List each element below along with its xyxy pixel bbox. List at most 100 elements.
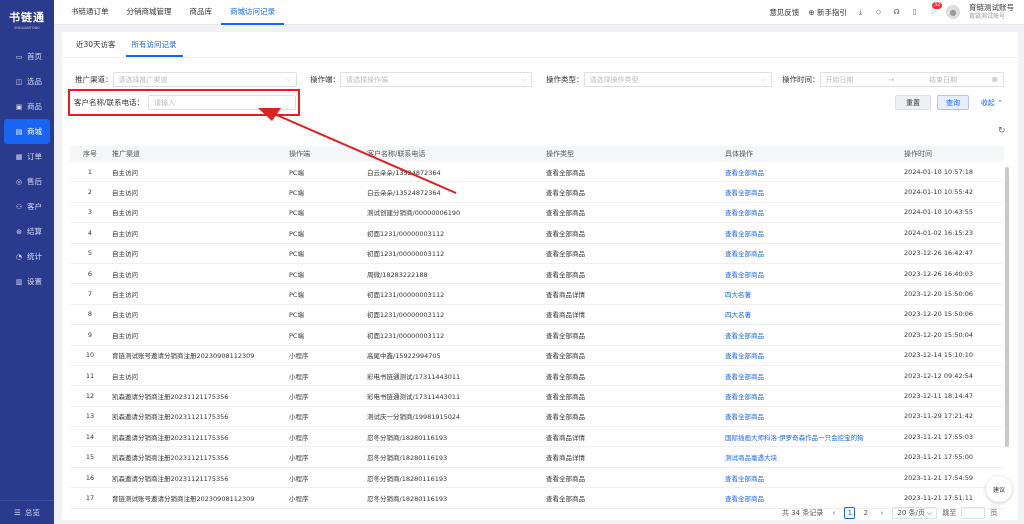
channel-select[interactable]: 请选择推广渠道 ⌵ (112, 72, 297, 87)
diamond-icon[interactable]: ◇ (874, 8, 883, 17)
prev-page-button[interactable]: ‹ (828, 507, 839, 519)
device-select[interactable]: 请选择操作端 ⌵ (340, 72, 532, 87)
calendar-icon: ▦ (991, 76, 998, 83)
table-cell: 7 (87, 290, 93, 299)
chevron-up-icon: ⌃ (997, 98, 1004, 107)
app-logo[interactable]: 书链通 SHULIANTONG (0, 0, 54, 38)
sidebar-item-1[interactable]: ◫ 选品 (0, 69, 54, 94)
feedback-link[interactable]: 意见反馈 (769, 7, 799, 18)
sub-tab[interactable]: 所有访问记录 (125, 32, 183, 57)
page-button[interactable]: 2 (860, 507, 871, 519)
operation-link[interactable]: 查看全部商品 (725, 167, 904, 177)
table-cell: 查看全部商品 (546, 189, 585, 198)
avatar[interactable]: ● (946, 5, 960, 19)
table-scrollbar[interactable] (1005, 167, 1009, 447)
reset-button[interactable]: 重置 (895, 95, 931, 110)
table-cell: 周微/18283222188 (367, 270, 428, 279)
table-row: 11 自主访问 小程序 彩电书链通测试/17311443011 查看全部商品 查看全部商品… (70, 366, 1004, 387)
operation-link[interactable]: 查看全部商品 (725, 228, 904, 238)
operation-link[interactable]: 四大名著 (725, 309, 904, 319)
sidebar: 书链通 SHULIANTONG ▭ 首页 ◫ 选品 ▣ 商品 ▤ 商城 ▦ 订单 ◎ 售后 ⚇ 客户 ⊛ 结算… (0, 0, 54, 524)
arrow-right-icon: → (888, 75, 895, 84)
table-cell: 2023-12-26 16:42:47 (904, 249, 974, 258)
column-header: 序号 (83, 150, 97, 158)
table-cell: 12 (85, 391, 95, 400)
table-cell: 育链测试账号邀请分销商注册20230908112309 (112, 352, 255, 361)
table-row: 12 凯森邀请分销商注册20231121175356 小程序 彩电书链通测试/1731… (70, 386, 1004, 407)
table-cell: 自主访问 (112, 250, 138, 259)
suggestion-float-button[interactable]: 建议 (986, 476, 1012, 502)
table-cell: 小程序 (289, 474, 309, 483)
operation-link[interactable]: 测试商品毫遇大块 (725, 452, 904, 462)
operation-link[interactable]: 查看全部商品 (725, 248, 904, 258)
top-tab[interactable]: 分销商城管理 (118, 0, 181, 25)
table-row: 4 自主访问 PC端 初面1231/00000003112 查看全部商品 查看全部商品 20… (70, 223, 1004, 244)
sidebar-item-0[interactable]: ▭ 首页 (0, 44, 54, 69)
jump-page-input[interactable] (961, 507, 986, 519)
operation-link[interactable]: 查看全部商品 (725, 187, 904, 197)
download-icon[interactable]: ⤓ (856, 8, 865, 17)
sidebar-item-5[interactable]: ◎ 售后 (0, 169, 54, 194)
operation-link[interactable]: 查看全部商品 (725, 207, 904, 217)
top-bar: 书链通订单 分销商城管理 商品库 商城访问记录 意见反馈 ⊕ 新手指引 ⤓ ◇ ☊ ▯… (54, 0, 1024, 25)
bell-icon[interactable]: ♢ 32 (928, 1, 943, 17)
headset-icon[interactable]: ☊ (892, 8, 901, 17)
device-filter: 操作端： 请选择操作端 ⌵ (310, 72, 532, 87)
sidebar-item-7[interactable]: ⊛ 结算 (0, 219, 54, 244)
column-header: 客户名称/联系电话 (367, 150, 426, 158)
box-icon: ▣ (15, 102, 23, 111)
refresh-icon[interactable]: ↻ (998, 126, 1006, 136)
operation-link[interactable]: 查看全部商品 (725, 330, 904, 340)
table-cell: 2024-01-10 10:43:55 (904, 208, 974, 217)
page-button[interactable]: 1 (844, 507, 856, 519)
sub-tab[interactable]: 近30天访客 (70, 32, 122, 57)
time-label: 操作时间： (782, 75, 820, 84)
date-range-picker[interactable]: 开始日期 → 结束日期 ▦ (819, 72, 1004, 87)
operation-link[interactable]: 查看全部商品 (725, 473, 904, 483)
operation-link[interactable]: 查看全部商品 (725, 371, 904, 381)
table-cell: 小程序 (289, 433, 309, 442)
sidebar-overview-button[interactable]: ☰ 总览 (0, 500, 54, 518)
table-cell: 忍冬分销商/18280116193 (367, 454, 448, 463)
document-icon[interactable]: ▯ (910, 8, 919, 17)
table-cell: 10 (85, 351, 95, 360)
sidebar-item-2[interactable]: ▣ 商品 (0, 94, 54, 119)
query-button[interactable]: 查询 (937, 95, 969, 110)
operation-link[interactable]: 国际插画大师科洛·伊罗奇森作品一只会挖宝的狗 (725, 432, 904, 442)
table-cell: 17 (85, 493, 95, 502)
type-filter: 操作类型： 请选择操作类型 ⌵ (546, 72, 772, 87)
top-tab[interactable]: 商城访问记录 (221, 0, 284, 25)
sidebar-item-4[interactable]: ▦ 订单 (0, 144, 54, 169)
table-cell: 16 (85, 473, 95, 482)
fold-button[interactable]: 收起 ⌃ (975, 95, 1009, 110)
page-size-value: 20 条/页 (897, 509, 925, 517)
table-cell: 2023-12-14 15:10:10 (904, 351, 974, 360)
operation-link[interactable]: 查看全部商品 (725, 493, 904, 503)
page-size-select[interactable]: 20 条/页 ⌵ (892, 507, 938, 519)
table-cell: 查看全部商品 (546, 474, 585, 483)
table-cell: 初面1231/00000003112 (367, 229, 445, 238)
sidebar-item-6[interactable]: ⚇ 客户 (0, 194, 54, 219)
sidebar-item-8[interactable]: ◔ 统计 (0, 244, 54, 269)
account-info[interactable]: 育链测试账号 育链测试账号 (969, 3, 1014, 21)
operation-link[interactable]: 查看全部商品 (725, 391, 904, 401)
operation-link[interactable]: 四大名著 (725, 289, 904, 299)
guide-link[interactable]: ⊕ 新手指引 (808, 7, 847, 18)
sidebar-item-3[interactable]: ▤ 商城 (4, 119, 50, 144)
table-cell: 6 (87, 269, 93, 278)
type-label: 操作类型： (546, 75, 584, 84)
top-tab[interactable]: 书链通订单 (62, 0, 118, 25)
sidebar-item-9[interactable]: ▥ 设置 (0, 269, 54, 294)
top-tab[interactable]: 商品库 (181, 0, 222, 25)
chevron-down-icon: ⌵ (285, 75, 291, 83)
chevron-down-icon: ⌵ (521, 75, 526, 83)
sidebar-item-label: 订单 (27, 152, 42, 161)
operation-link[interactable]: 查看全部商品 (725, 350, 904, 360)
table-cell: 2023-12-20 15:50:06 (904, 290, 974, 299)
type-select[interactable]: 请选择操作类型 ⌵ (583, 72, 772, 87)
operation-link[interactable]: 查看全部商品 (725, 411, 904, 421)
table-row: 3 自主访问 PC端 测试创建分销商/00000006190 查看全部商品 查看全部商品 2… (70, 203, 1004, 224)
operation-link[interactable]: 查看全部商品 (725, 269, 904, 279)
table-cell: 查看全部商品 (546, 413, 585, 422)
next-page-button[interactable]: › (876, 507, 887, 519)
